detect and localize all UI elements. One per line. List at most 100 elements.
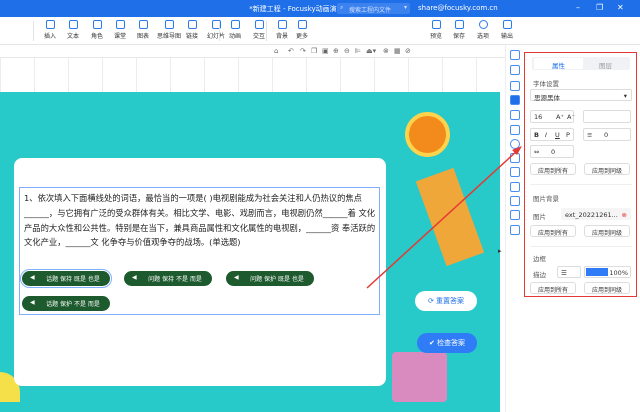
chart-icon <box>138 20 148 29</box>
strip-icon-2[interactable] <box>510 65 520 75</box>
side-icon-strip <box>505 45 523 412</box>
italic-icon[interactable]: I <box>545 131 547 139</box>
strip-icon-6[interactable] <box>510 125 520 135</box>
grid-icon[interactable]: ▦ <box>394 47 401 55</box>
tool-label: 交互 <box>252 33 265 40</box>
collapse-panel-icon[interactable]: ▸ <box>498 247 502 255</box>
tool-chart[interactable]: 图表 <box>131 20 155 40</box>
tool-role[interactable]: 角色 <box>85 20 109 40</box>
tool-label: 图表 <box>136 33 149 40</box>
stroke-style-select[interactable]: ☰ <box>557 266 581 278</box>
zoom-out-icon[interactable]: ⊖ <box>344 47 350 55</box>
check-answer-button[interactable]: ✔ 检查答案 <box>417 333 477 353</box>
strip-icon-11[interactable] <box>510 196 520 206</box>
bold-icon[interactable]: B <box>534 131 539 139</box>
option-a[interactable]: ◀ 话题 保持 既是 也是 <box>20 269 112 288</box>
lines-icon: ☰ <box>561 269 567 277</box>
close-icon[interactable]: ✕ <box>617 3 624 12</box>
lock-icon[interactable]: ⌂ <box>274 47 278 55</box>
font-select[interactable]: 思源黑体 ▾ <box>530 89 632 102</box>
tool-more[interactable]: 更多 <box>290 20 314 40</box>
option-b[interactable]: ◀ 问题 保持 不是 而是 <box>124 271 212 286</box>
tool-text[interactable]: 文本 <box>61 20 85 40</box>
apply-all-button-bg[interactable]: 应用到所有 <box>530 225 576 237</box>
minimize-icon[interactable]: – <box>576 3 580 12</box>
tool-insert[interactable]: 插入 <box>38 20 62 40</box>
save-button[interactable]: 保存 <box>447 20 471 40</box>
reset-answer-button[interactable]: ⟳ 重置答案 <box>415 291 477 311</box>
tool-animation[interactable]: 动画 <box>223 20 247 40</box>
font-decrease-icon[interactable]: A⁻ <box>567 113 575 121</box>
check-label: 检查答案 <box>437 339 466 347</box>
tool-label: 链接 <box>185 33 198 40</box>
option-c[interactable]: ◀ 问题 保护 既是 也是 <box>226 271 314 286</box>
settings-icon[interactable]: ⊘ <box>405 47 411 55</box>
strip-icon-9[interactable] <box>510 167 520 177</box>
copy-icon[interactable]: ❐ <box>311 47 317 55</box>
tool-classroom[interactable]: 课堂 <box>108 20 132 40</box>
tab-layers[interactable]: 图层 <box>581 57 630 70</box>
save-icon <box>454 20 464 29</box>
refresh-icon: ⟳ <box>427 297 437 305</box>
apply-all-button-border[interactable]: 应用到所有 <box>530 282 576 294</box>
panel-tabs: 属性 图层 <box>532 57 630 70</box>
tool-interaction[interactable]: 交互 <box>247 20 271 40</box>
strip-icon-3[interactable] <box>510 81 520 91</box>
group-icon[interactable]: ⊗ <box>383 47 389 55</box>
apply-all-button[interactable]: 应用到所有 <box>530 163 576 175</box>
tool-link[interactable]: 链接 <box>180 20 204 40</box>
background-icon <box>277 20 287 29</box>
preview-button[interactable]: 预览 <box>424 20 448 40</box>
tool-label: 输出 <box>500 33 513 40</box>
underline-icon[interactable]: U <box>555 131 560 139</box>
question-text: 1、依次填入下面横线处的词语，最恰当的一项是( )电视剧能成为社会关注和人仍热议… <box>24 193 376 248</box>
chevron-down-icon[interactable]: ▾ <box>404 4 407 11</box>
color-swatch[interactable] <box>586 268 608 276</box>
more-icon <box>297 20 307 29</box>
books-decoration <box>392 352 447 402</box>
apply-same-level-button[interactable]: 应用到同级 <box>584 163 630 175</box>
layer-icon[interactable]: ⏏▾ <box>366 47 376 55</box>
letter-spacing-icon: ⇔ <box>534 148 540 156</box>
font-color-input[interactable] <box>583 110 631 123</box>
paste-icon[interactable]: ▣ <box>322 47 329 55</box>
letter-spacing-value: 0 <box>551 148 556 156</box>
strip-icon-8[interactable] <box>510 153 520 163</box>
strip-icon-properties[interactable] <box>510 95 520 105</box>
speaker-icon: ◀ <box>132 274 137 281</box>
strip-icon-13[interactable] <box>510 225 520 235</box>
option-d[interactable]: ◀ 话题 保护 不是 而是 <box>22 296 110 311</box>
maximize-icon[interactable]: ❐ <box>596 3 603 12</box>
undo-icon[interactable]: ↶ <box>288 47 294 55</box>
export-button[interactable]: 输出 <box>495 20 519 40</box>
strip-icon-1[interactable] <box>510 50 520 60</box>
line-spacing-input[interactable]: ≡ 0 <box>583 128 631 141</box>
image-field[interactable]: ext_20221261... ⊗ <box>561 208 631 220</box>
search-input[interactable]: ⌕ 搜索工程内文件 ▾ <box>337 3 410 14</box>
strip-icon-5[interactable] <box>510 110 520 120</box>
apply-same-level-button-border[interactable]: 应用到同级 <box>584 282 630 294</box>
tool-label: 预览 <box>429 33 442 40</box>
strip-icon-10[interactable] <box>510 182 520 192</box>
font-size-input[interactable]: 16 A⁺ A⁻ <box>530 110 575 123</box>
user-email[interactable]: share@focusky.com.cn <box>418 4 498 12</box>
font-increase-icon[interactable]: A⁺ <box>556 113 564 121</box>
align-icon[interactable]: ⊫ <box>355 47 361 55</box>
border-color-input[interactable]: 100% <box>584 266 631 278</box>
strip-icon-12[interactable] <box>510 210 520 220</box>
clock-decoration <box>405 112 450 157</box>
zoom-in-icon[interactable]: ⊕ <box>333 47 339 55</box>
link-icon <box>187 20 197 29</box>
remove-icon[interactable]: ⊗ <box>622 211 627 219</box>
letter-spacing-input[interactable]: ⇔ 0 <box>530 145 574 158</box>
format-brush-icon[interactable]: P <box>566 131 570 139</box>
redo-icon[interactable]: ↷ <box>300 47 306 55</box>
strip-icon-7[interactable] <box>510 139 520 149</box>
tab-properties[interactable]: 属性 <box>534 58 583 70</box>
options-button[interactable]: 选项 <box>471 20 495 40</box>
properties-panel: 属性 图层 字体设置 思源黑体 ▾ 16 A⁺ A⁻ BIUP ≡ 0 ⇔ 0 应用到所有… <box>524 52 637 297</box>
border-section-label: 边框 <box>533 255 546 263</box>
tool-label: 保存 <box>452 33 465 40</box>
apply-same-level-button-bg[interactable]: 应用到同级 <box>584 225 630 237</box>
tool-label: 更多 <box>295 33 308 40</box>
